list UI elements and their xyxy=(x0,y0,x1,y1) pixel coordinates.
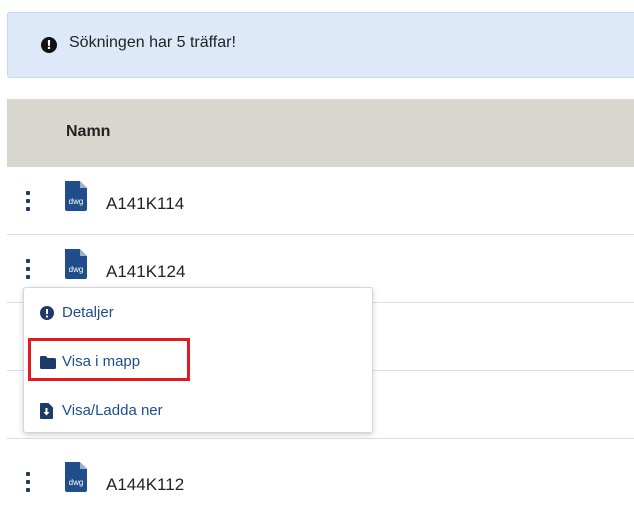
file-name[interactable]: A141K114 xyxy=(106,194,184,214)
menu-item-label: Visa/Ladda ner xyxy=(62,402,163,419)
dwg-file-icon: dwg xyxy=(65,462,87,492)
menu-item-label: Visa i mapp xyxy=(62,353,141,370)
dwg-file-icon: dwg xyxy=(65,181,87,211)
table-row[interactable]: dwg A144K112 xyxy=(7,448,634,516)
row-actions-kebab-icon[interactable] xyxy=(23,259,33,279)
row-context-menu: Detaljer Visa i mapp Visa/Ladda ner xyxy=(23,287,373,433)
file-name[interactable]: A144K112 xyxy=(106,475,184,495)
svg-text:dwg: dwg xyxy=(69,265,84,274)
menu-item-label: Detaljer xyxy=(62,304,114,321)
alert-text: Sökningen har 5 träffar! xyxy=(69,34,236,51)
menu-item-details[interactable]: Detaljer xyxy=(24,292,372,332)
svg-text:dwg: dwg xyxy=(69,478,84,487)
dwg-file-icon: dwg xyxy=(65,249,87,279)
svg-text:dwg: dwg xyxy=(69,197,84,206)
column-header-name[interactable]: Namn xyxy=(66,123,110,141)
info-circle-icon xyxy=(40,306,54,320)
download-file-icon xyxy=(40,403,53,419)
file-name[interactable]: A141K124 xyxy=(106,262,185,282)
menu-item-show-in-folder[interactable]: Visa i mapp xyxy=(24,341,372,381)
row-actions-kebab-icon[interactable] xyxy=(23,191,33,211)
menu-item-view-download[interactable]: Visa/Ladda ner xyxy=(24,390,372,430)
table-row[interactable]: dwg A141K114 xyxy=(7,167,634,235)
exclamation-circle-icon: ! xyxy=(41,37,57,53)
row-actions-kebab-icon[interactable] xyxy=(23,472,33,492)
table-header: Namn xyxy=(7,99,634,167)
search-result-alert: ! Sökningen har 5 träffar! xyxy=(7,12,634,78)
folder-icon xyxy=(40,356,56,369)
